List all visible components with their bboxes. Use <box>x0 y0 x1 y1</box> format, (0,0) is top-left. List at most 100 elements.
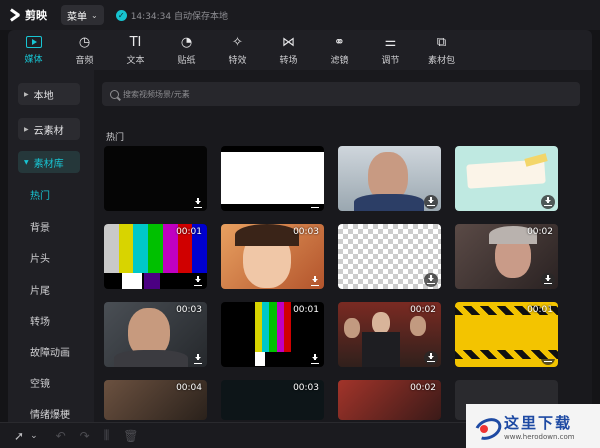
duration-label: 00:02 <box>410 305 436 315</box>
watermark-logo-icon <box>474 413 500 439</box>
chevron-down-icon: ⌄ <box>91 10 98 20</box>
duration-label: 00:04 <box>176 383 202 393</box>
tool-effects[interactable]: ✧ 特效 <box>212 30 263 70</box>
transition-icon: ⋈ <box>282 34 295 50</box>
thumbnail-old-woman[interactable]: 00:02 <box>455 224 558 289</box>
duration-label: 00:01 <box>527 305 553 315</box>
filter-icon: ⚭ <box>334 34 345 50</box>
duration-label: 00:03 <box>293 227 319 237</box>
tool-label: 贴纸 <box>177 55 196 66</box>
media-play-icon <box>25 35 42 48</box>
sticker-icon: ◔ <box>180 34 193 50</box>
library-cat-glitch[interactable]: 故障动画 <box>30 344 70 359</box>
section-title: 热门 <box>106 133 125 143</box>
library-cat-empty-shot[interactable]: 空镜 <box>30 375 50 390</box>
tool-audio[interactable]: ◷ 音频 <box>59 30 110 70</box>
caret-right-icon: ▶ <box>24 90 29 98</box>
library-cat-hot[interactable]: 热门 <box>30 187 50 202</box>
download-icon[interactable] <box>193 198 203 208</box>
download-icon[interactable] <box>541 195 555 209</box>
download-icon[interactable] <box>541 273 555 287</box>
library-cat-intro[interactable]: 片头 <box>30 250 50 265</box>
thumbnail-partial-3[interactable]: 00:02 <box>338 380 441 420</box>
source-sidebar: ▶ 本地 ▶ 云素材 ▼ 素材库 热门 背景 片头 片尾 转场 故障动画 空镜 … <box>8 70 94 422</box>
library-cat-emotion-meme[interactable]: 情绪爆梗 <box>30 406 70 421</box>
search-icon <box>110 89 119 99</box>
library-cat-transition[interactable]: 转场 <box>30 313 50 328</box>
duration-label: 00:02 <box>410 383 436 393</box>
download-icon[interactable] <box>541 351 555 365</box>
thumbnail-partial-1[interactable]: 00:04 <box>104 380 207 420</box>
library-cat-background[interactable]: 背景 <box>30 219 50 234</box>
download-icon[interactable] <box>424 195 438 209</box>
thumbnail-man-face[interactable] <box>338 146 441 211</box>
app-logo: 剪映 <box>8 7 47 23</box>
site-watermark: 这里下载 www.herodown.com <box>466 404 600 448</box>
tool-label: 调节 <box>381 55 400 66</box>
tool-sticker[interactable]: ◔ 贴纸 <box>161 30 212 70</box>
media-panel: 媒体 ◷ 音频 TI 文本 ◔ 贴纸 ✧ 特效 ⋈ 转场 ⚭ 滤镜 ⚌ 调节 ⧉… <box>8 30 592 422</box>
duration-label: 00:01 <box>176 227 202 237</box>
search-input[interactable] <box>123 89 563 99</box>
thumbnail-color-bars[interactable]: 00:01 <box>104 224 207 289</box>
thumbnail-color-bars-small[interactable]: 00:01 <box>221 302 324 367</box>
chevron-down-icon[interactable]: ⌄ <box>30 431 38 441</box>
tool-transition[interactable]: ⋈ 转场 <box>263 30 314 70</box>
watermark-url: www.herodown.com <box>504 432 575 441</box>
sidebar-item-label: 素材库 <box>33 158 64 170</box>
thumbnail-white[interactable] <box>221 146 324 211</box>
thumbnail-crowd[interactable]: 00:02 <box>338 302 441 367</box>
autosave-text: 14:34:34 自动保存本地 <box>130 11 228 22</box>
tool-adjust[interactable]: ⚌ 调节 <box>365 30 416 70</box>
tool-material-pack[interactable]: ⧉ 素材包 <box>416 30 467 70</box>
caret-right-icon: ▶ <box>24 125 29 133</box>
tool-label: 文本 <box>126 55 145 66</box>
redo-icon[interactable]: ↷ <box>80 429 90 443</box>
undo-icon[interactable]: ↶ <box>56 429 66 443</box>
tool-text[interactable]: TI 文本 <box>110 30 161 70</box>
sidebar-item-local[interactable]: ▶ 本地 <box>18 83 80 105</box>
thumbnail-man-laugh[interactable]: 00:03 <box>104 302 207 367</box>
text-icon: TI <box>129 34 142 50</box>
download-icon[interactable] <box>310 198 320 208</box>
duration-label: 00:02 <box>527 227 553 237</box>
thumbnail-transparent[interactable] <box>338 224 441 289</box>
title-bar: 剪映 菜单 ⌄ ✓ 14:34:34 自动保存本地 <box>0 0 600 30</box>
sidebar-item-cloud[interactable]: ▶ 云素材 <box>18 118 80 140</box>
delete-icon[interactable]: 🗑 <box>123 429 138 443</box>
thumbnail-hazard-stripes[interactable]: 00:01 <box>455 302 558 367</box>
check-icon: ✓ <box>115 9 127 21</box>
caret-down-icon: ▼ <box>24 158 29 166</box>
download-icon[interactable] <box>310 354 320 364</box>
select-cursor-icon[interactable]: ➚ <box>14 429 24 443</box>
duration-label: 00:03 <box>176 305 202 315</box>
tool-label: 滤镜 <box>330 55 349 66</box>
download-icon[interactable] <box>193 354 203 364</box>
tool-filter[interactable]: ⚭ 滤镜 <box>314 30 365 70</box>
thumbnail-partial-2[interactable]: 00:03 <box>221 380 324 420</box>
autosave-status: ✓ 14:34:34 自动保存本地 <box>115 9 228 22</box>
search-box[interactable] <box>102 82 580 106</box>
adjust-icon: ⚌ <box>384 34 397 50</box>
tool-label: 媒体 <box>24 54 43 65</box>
capcut-logo-icon <box>8 9 22 21</box>
download-icon[interactable] <box>424 351 438 365</box>
tool-label: 音频 <box>75 55 94 66</box>
tool-label: 特效 <box>228 55 247 66</box>
category-toolbar: 媒体 ◷ 音频 TI 文本 ◔ 贴纸 ✧ 特效 ⋈ 转场 ⚭ 滤镜 ⚌ 调节 ⧉… <box>8 30 592 70</box>
material-pack-icon: ⧉ <box>436 34 447 50</box>
download-icon[interactable] <box>193 276 203 286</box>
menu-button[interactable]: 菜单 ⌄ <box>61 5 104 25</box>
thumbnail-woman-laugh[interactable]: 00:03 <box>221 224 324 289</box>
download-icon[interactable] <box>424 273 438 287</box>
audio-icon: ◷ <box>78 34 91 50</box>
split-icon[interactable]: ⫼ <box>104 428 110 443</box>
sidebar-item-library[interactable]: ▼ 素材库 <box>18 151 80 173</box>
sidebar-item-label: 本地 <box>33 90 54 102</box>
thumbnail-note-card[interactable] <box>455 146 558 211</box>
download-icon[interactable] <box>310 276 320 286</box>
thumbnail-black[interactable] <box>104 146 207 211</box>
watermark-title: 这里下载 <box>504 413 573 432</box>
library-cat-outro[interactable]: 片尾 <box>30 282 50 297</box>
tool-media[interactable]: 媒体 <box>8 30 59 70</box>
